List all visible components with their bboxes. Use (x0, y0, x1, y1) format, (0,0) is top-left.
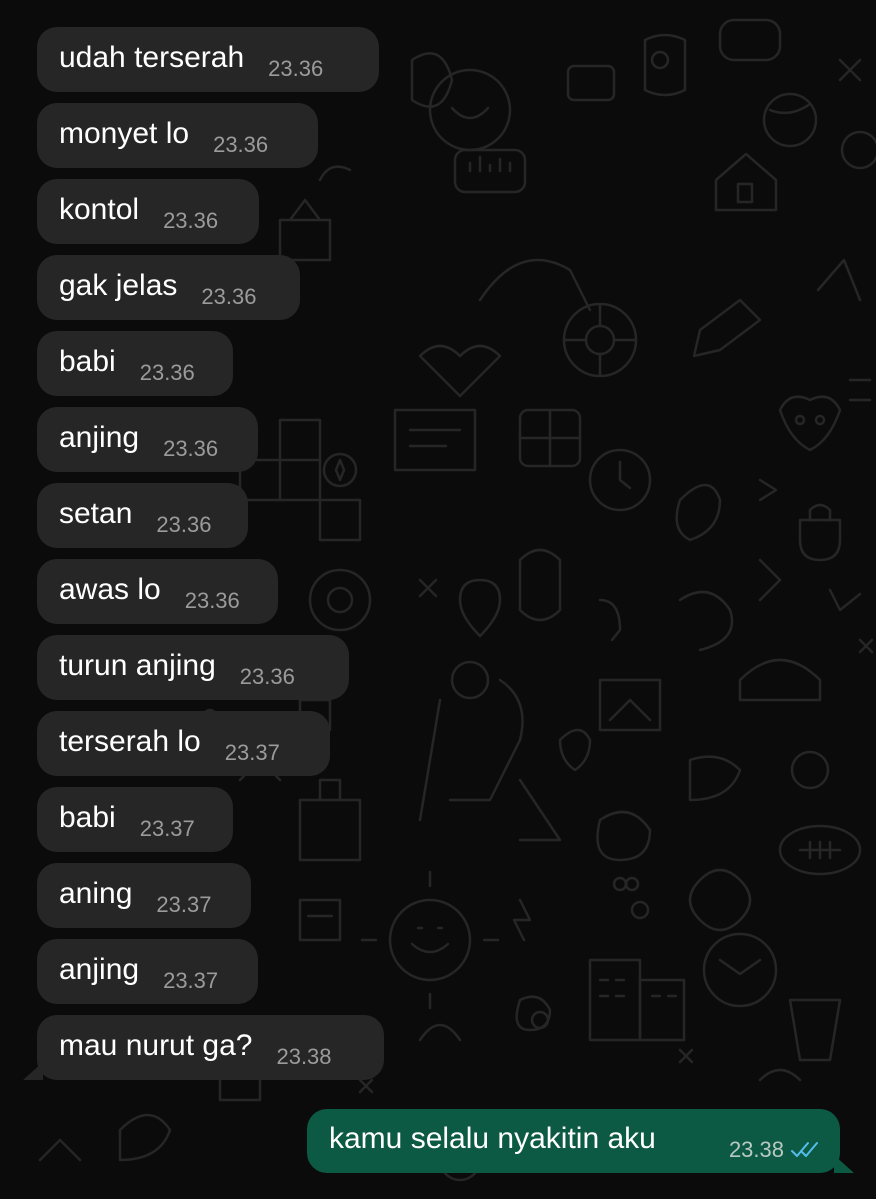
incoming-message[interactable]: babi 23.37 (37, 787, 233, 852)
message-text: udah terserah (59, 40, 245, 74)
message-time: 23.36 (184, 587, 240, 613)
incoming-message[interactable]: aning 23.37 (37, 863, 251, 928)
message-text: babi (59, 800, 116, 834)
outgoing-message[interactable]: kamu selalu nyakitin aku 23.38 (307, 1109, 854, 1173)
incoming-message[interactable]: monyet lo 23.36 (37, 103, 318, 168)
message-text: gak jelas (59, 268, 178, 302)
message-time: 23.37 (139, 815, 195, 841)
message-time: 23.36 (268, 55, 324, 81)
incoming-message[interactable]: babi 23.36 (37, 331, 233, 396)
message-text: anjing (59, 420, 140, 454)
message-text: setan (59, 496, 133, 530)
double-check-icon (791, 1142, 818, 1157)
chat-thread: udah terserah 23.36 monyet lo 23.36 kont… (0, 0, 876, 1199)
message-time: 23.36 (139, 359, 195, 385)
message-text: awas lo (59, 572, 161, 606)
message-time: 23.37 (163, 967, 219, 993)
message-text: mau nurut ga? (59, 1028, 253, 1062)
message-text: monyet lo (59, 116, 190, 150)
message-text: terserah lo (59, 724, 201, 758)
message-text: turun anjing (59, 648, 216, 682)
incoming-message[interactable]: gak jelas 23.36 (37, 255, 300, 320)
message-time: 23.36 (239, 663, 295, 689)
message-text: babi (59, 344, 116, 378)
message-meta: 23.38 (729, 1137, 820, 1163)
message-text: anjing (59, 952, 140, 986)
message-time: 23.36 (213, 131, 269, 157)
message-time: 23.36 (156, 511, 212, 537)
incoming-message[interactable]: awas lo 23.36 (37, 559, 278, 624)
message-time: 23.37 (156, 891, 212, 917)
incoming-message[interactable]: turun anjing 23.36 (37, 635, 349, 700)
incoming-message[interactable]: mau nurut ga? 23.38 (23, 1015, 384, 1080)
message-text: aning (59, 876, 133, 910)
incoming-message[interactable]: anjing 23.37 (37, 939, 258, 1004)
message-text: kontol (59, 192, 140, 226)
message-text: kamu selalu nyakitin aku (329, 1122, 656, 1155)
message-time: 23.38 (276, 1043, 332, 1069)
incoming-message[interactable]: kontol 23.36 (37, 179, 259, 244)
incoming-message[interactable]: udah terserah 23.36 (37, 27, 379, 92)
message-time: 23.36 (201, 283, 257, 309)
incoming-message[interactable]: setan 23.36 (37, 483, 248, 548)
message-time: 23.36 (163, 435, 219, 461)
message-time: 23.36 (163, 207, 219, 233)
message-time: 23.37 (224, 739, 280, 765)
message-time: 23.38 (728, 1137, 784, 1162)
incoming-message[interactable]: anjing 23.36 (37, 407, 258, 472)
incoming-message[interactable]: terserah lo 23.37 (37, 711, 330, 776)
